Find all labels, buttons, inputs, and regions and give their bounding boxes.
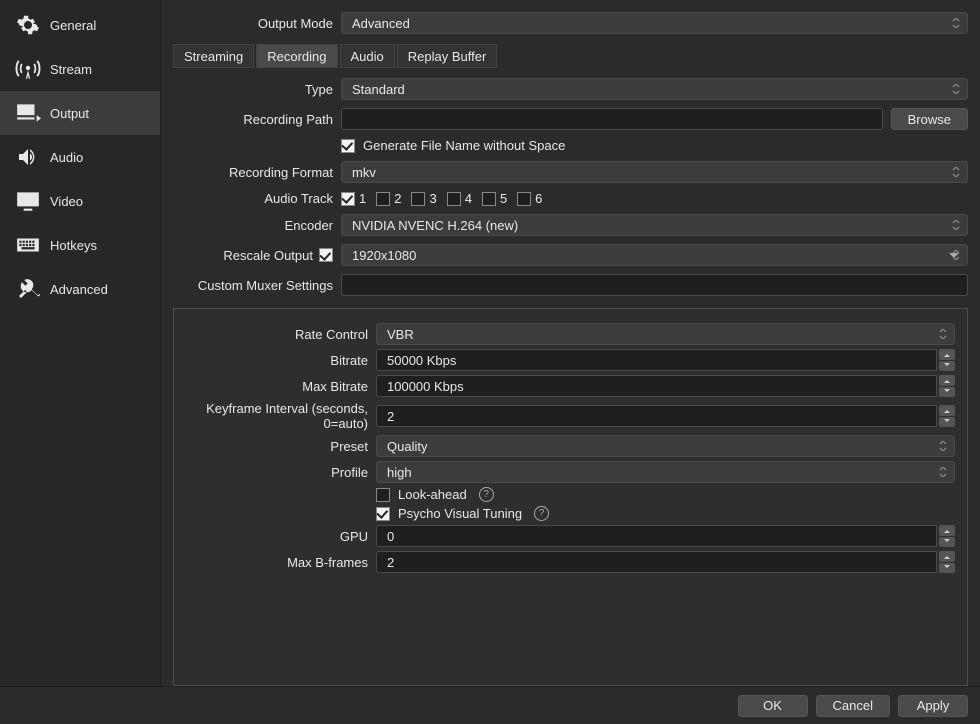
type-label: Type [173,82,333,97]
sidebar-item-label: Audio [50,150,83,165]
lookahead-checkbox[interactable] [376,488,390,502]
sidebar-item-label: Hotkeys [50,238,97,253]
help-icon[interactable]: ? [534,506,549,521]
profile-label: Profile [186,465,368,480]
output-mode-select[interactable]: Advanced [341,12,968,34]
bframes-input[interactable]: 2 [376,551,937,573]
sidebar-item-label: Output [50,106,89,121]
tab-streaming[interactable]: Streaming [173,44,254,68]
max-bitrate-input[interactable]: 100000 Kbps [376,375,937,397]
rescale-label: Rescale Output [223,248,313,263]
muxer-label: Custom Muxer Settings [173,278,333,293]
sidebar-item-hotkeys[interactable]: Hotkeys [0,223,160,267]
rescale-checkbox[interactable] [319,248,333,262]
gen-filename-label: Generate File Name without Space [363,138,565,153]
muxer-input[interactable] [341,274,968,296]
rescale-select[interactable]: 1920x1080 [341,244,968,266]
preset-label: Preset [186,439,368,454]
recording-format-select[interactable]: mkv [341,161,968,183]
bframes-spinner[interactable] [939,551,955,573]
speaker-icon [14,143,42,171]
gpu-spinner[interactable] [939,525,955,547]
bitrate-spinner[interactable] [939,349,955,371]
track-4-checkbox[interactable] [447,192,461,206]
gpu-label: GPU [186,529,368,544]
recording-path-input[interactable] [341,108,883,130]
bitrate-input[interactable]: 50000 Kbps [376,349,937,371]
tab-recording[interactable]: Recording [256,44,337,68]
rate-control-select[interactable]: VBR [376,323,955,345]
sidebar-item-label: Video [50,194,83,209]
sidebar-item-audio[interactable]: Audio [0,135,160,179]
tab-audio[interactable]: Audio [340,44,395,68]
sidebar-item-general[interactable]: General [0,3,160,47]
tab-replay-buffer[interactable]: Replay Buffer [397,44,498,68]
encoder-label: Encoder [173,218,333,233]
gear-icon [14,11,42,39]
chevron-down-icon [949,253,959,263]
sidebar-item-label: General [50,18,96,33]
antenna-icon [14,55,42,83]
type-select[interactable]: Standard [341,78,968,100]
keyframe-input[interactable]: 2 [376,405,937,427]
track-2-checkbox[interactable] [376,192,390,206]
help-icon[interactable]: ? [479,487,494,502]
keyframe-spinner[interactable] [939,405,955,427]
max-bitrate-label: Max Bitrate [186,379,368,394]
keyframe-label: Keyframe Interval (seconds, 0=auto) [186,401,368,431]
tools-icon [14,275,42,303]
psycho-label: Psycho Visual Tuning [398,506,522,521]
display-icon [14,187,42,215]
output-tabs: Streaming Recording Audio Replay Buffer [173,44,968,68]
gpu-input[interactable]: 0 [376,525,937,547]
keyboard-icon [14,231,42,259]
preset-select[interactable]: Quality [376,435,955,457]
track-5-checkbox[interactable] [482,192,496,206]
output-mode-label: Output Mode [173,16,333,31]
encoder-select[interactable]: NVIDIA NVENC H.264 (new) [341,214,968,236]
profile-select[interactable]: high [376,461,955,483]
lookahead-label: Look-ahead [398,487,467,502]
bframes-label: Max B-frames [186,555,368,570]
sidebar-item-video[interactable]: Video [0,179,160,223]
dialog-footer: OK Cancel Apply [0,686,980,724]
sidebar-item-advanced[interactable]: Advanced [0,267,160,311]
gen-filename-checkbox[interactable] [341,139,355,153]
recording-format-label: Recording Format [173,165,333,180]
sidebar: General Stream Output Audio Video Hotkey… [0,0,161,686]
track-6-checkbox[interactable] [517,192,531,206]
sidebar-item-stream[interactable]: Stream [0,47,160,91]
sidebar-item-label: Advanced [50,282,108,297]
monitor-arrow-icon [14,99,42,127]
encoder-settings-group: Rate Control VBR Bitrate 50000 Kbps Max … [173,308,968,686]
recording-path-label: Recording Path [173,112,333,127]
cancel-button[interactable]: Cancel [816,695,890,717]
sidebar-item-output[interactable]: Output [0,91,160,135]
bitrate-label: Bitrate [186,353,368,368]
ok-button[interactable]: OK [738,695,808,717]
audio-track-label: Audio Track [173,191,333,206]
track-1-checkbox[interactable] [341,192,355,206]
browse-button[interactable]: Browse [891,108,968,130]
max-bitrate-spinner[interactable] [939,375,955,397]
audio-tracks: 1 2 3 4 5 6 [341,191,542,206]
track-3-checkbox[interactable] [411,192,425,206]
content-pane: Output Mode Advanced Streaming Recording… [161,0,980,686]
psycho-checkbox[interactable] [376,507,390,521]
apply-button[interactable]: Apply [898,695,968,717]
rate-control-label: Rate Control [186,327,368,342]
sidebar-item-label: Stream [50,62,92,77]
